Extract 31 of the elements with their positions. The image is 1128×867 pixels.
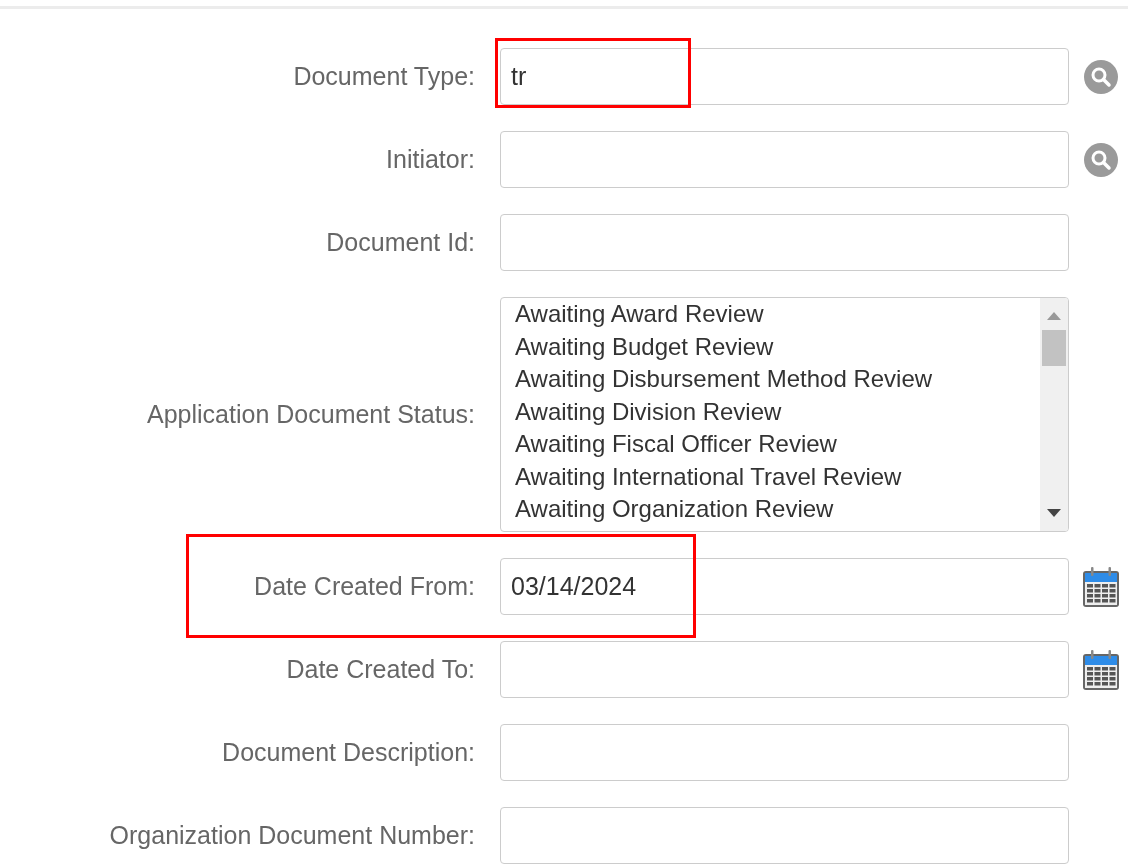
input-field[interactable]: 03/14/2024 [500, 558, 1069, 615]
field-label: Date Created From: [253, 570, 475, 602]
input-field[interactable]: tr [500, 48, 1069, 105]
status-option[interactable]: Awaiting International Travel Review [515, 460, 1038, 493]
field-label: Date Created To: [285, 653, 475, 685]
input-field[interactable] [500, 641, 1069, 698]
search-icon[interactable] [1083, 58, 1119, 95]
calendar-icon[interactable] [1082, 565, 1120, 608]
search-icon[interactable] [1083, 141, 1119, 178]
status-option[interactable]: Awaiting Division Review [515, 395, 1038, 428]
field-label: Organization Document Number: [108, 819, 475, 851]
scrollbar[interactable] [1040, 298, 1068, 531]
calendar-icon[interactable] [1082, 648, 1120, 691]
status-option[interactable]: Awaiting Budget Review [515, 330, 1038, 363]
field-label: Initiator: [385, 143, 475, 175]
input-field[interactable] [500, 807, 1069, 864]
status-option[interactable]: Awaiting Award Review [515, 298, 1038, 331]
scroll-thumb[interactable] [1042, 330, 1066, 366]
status-option[interactable]: Awaiting Disbursement Method Review [515, 363, 1038, 396]
input-field[interactable] [500, 131, 1069, 188]
status-option[interactable]: Awaiting Organization Review [515, 493, 1038, 526]
input-field[interactable] [500, 724, 1069, 781]
field-label: Document Description: [221, 736, 475, 768]
field-label: Application Document Status: [146, 398, 475, 430]
status-option[interactable]: Awaiting Fiscal Officer Review [515, 428, 1038, 461]
scroll-up-icon[interactable] [1047, 312, 1061, 320]
input-field[interactable] [500, 214, 1069, 271]
field-label: Document Type: [292, 60, 475, 92]
field-label: Document Id: [325, 226, 475, 258]
status-listbox[interactable] [500, 297, 1069, 532]
scroll-down-icon[interactable] [1047, 509, 1061, 517]
